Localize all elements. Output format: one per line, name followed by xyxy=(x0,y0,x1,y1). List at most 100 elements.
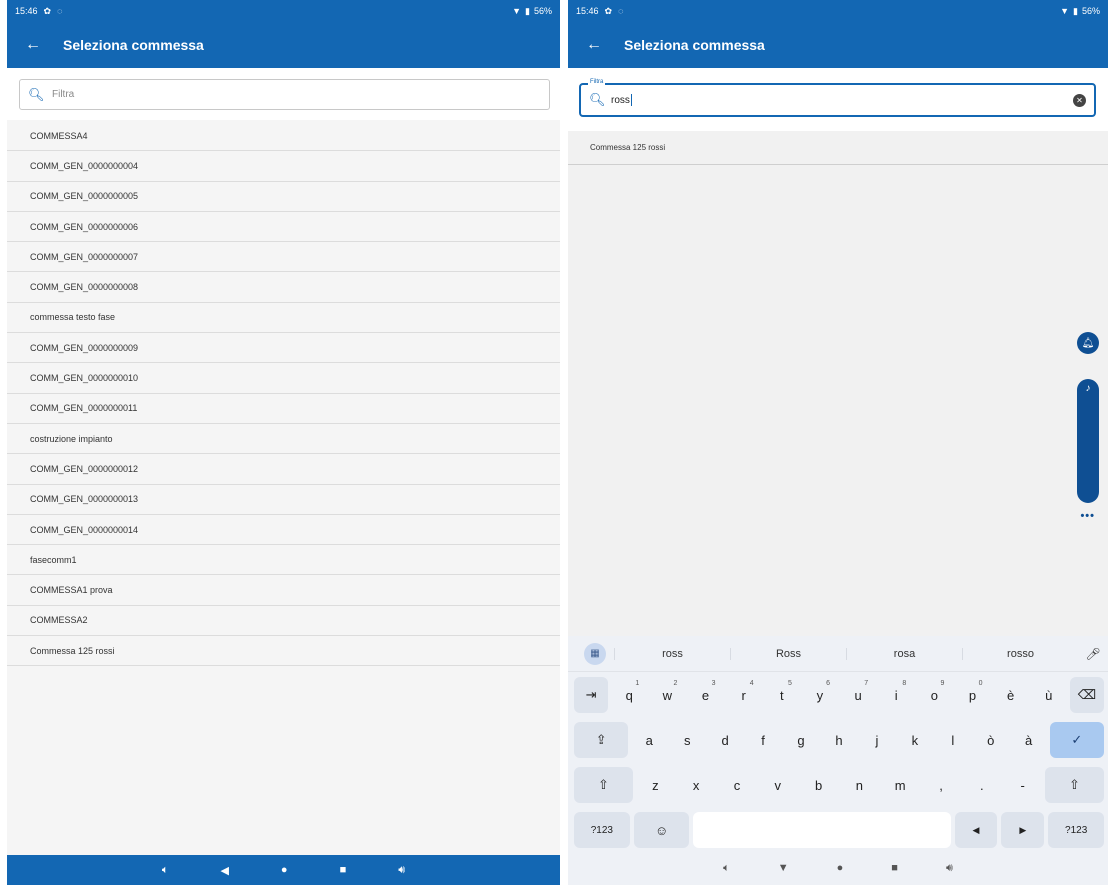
backspace-key[interactable]: ⌫ xyxy=(1069,677,1104,713)
letter-key[interactable]: x xyxy=(678,767,715,803)
recents-nav-icon[interactable]: ■ xyxy=(340,864,347,876)
letter-key[interactable]: j xyxy=(860,722,894,758)
tab-key[interactable]: ⇥ xyxy=(574,677,609,713)
suggestion-word[interactable]: rosso xyxy=(962,647,1078,660)
list-item[interactable]: fasecomm1 xyxy=(7,545,560,576)
space-key[interactable] xyxy=(693,812,951,848)
letter-key[interactable]: l xyxy=(936,722,970,758)
letter-key[interactable]: g xyxy=(784,722,818,758)
list-item[interactable]: COMM_GEN_0000000012 xyxy=(7,454,560,485)
home-nav-icon[interactable]: ● xyxy=(281,864,288,876)
letter-key[interactable]: . xyxy=(963,767,1000,803)
letter-key[interactable]: - xyxy=(1004,767,1041,803)
letter-key[interactable]: ù xyxy=(1032,677,1066,713)
result-item[interactable]: Commessa 125 rossi xyxy=(568,131,1108,165)
shift-key[interactable]: ⇧ xyxy=(574,767,633,803)
suggestion-word[interactable]: rosa xyxy=(846,647,962,660)
recents-nav-icon[interactable]: ■ xyxy=(891,862,898,874)
list-item[interactable]: commessa testo fase xyxy=(7,303,560,334)
back-arrow-icon[interactable]: ← xyxy=(25,36,63,54)
letter-key[interactable]: u7 xyxy=(841,677,875,713)
list-item[interactable]: COMM_GEN_0000000014 xyxy=(7,515,560,546)
letter-key[interactable]: c xyxy=(719,767,756,803)
list-item[interactable]: COMM_GEN_0000000007 xyxy=(7,242,560,273)
emoji-key[interactable]: ☺ xyxy=(633,812,690,848)
clear-icon[interactable]: ✕ xyxy=(1073,93,1086,107)
battery-icon: ▮ xyxy=(1073,5,1078,16)
suggestion-word[interactable]: ross xyxy=(614,647,730,660)
symbols-key-right[interactable]: ?123 xyxy=(1048,812,1105,848)
symbols-key[interactable]: ?123 xyxy=(574,812,630,848)
letter-key[interactable]: q1 xyxy=(612,677,646,713)
settings-icon: ✿ xyxy=(604,5,613,16)
letter-key[interactable]: z xyxy=(637,767,674,803)
letter-key[interactable]: ò xyxy=(974,722,1008,758)
letter-key[interactable]: a xyxy=(632,722,666,758)
letter-key[interactable]: r4 xyxy=(727,677,761,713)
battery-icon: ▮ xyxy=(525,5,530,16)
volume-down-icon[interactable]: 🔈︎ xyxy=(162,864,169,877)
list-item[interactable]: COMM_GEN_0000000005 xyxy=(7,182,560,212)
letter-key[interactable]: v xyxy=(759,767,796,803)
list-item[interactable]: COMMESSA2 xyxy=(7,606,560,637)
list-item[interactable]: Commessa 125 rossi xyxy=(7,636,560,667)
hide-keyboard-icon[interactable]: ▼ xyxy=(778,862,789,874)
apps-grid-icon[interactable]: ▦ xyxy=(584,642,606,665)
back-arrow-icon[interactable]: ← xyxy=(586,36,624,54)
letter-key[interactable]: s xyxy=(670,722,704,758)
letter-key[interactable]: p0 xyxy=(955,677,989,713)
letter-key[interactable]: è xyxy=(994,677,1028,713)
list-item[interactable]: COMM_GEN_0000000011 xyxy=(7,394,560,424)
volume-slider[interactable]: ♪ xyxy=(1077,379,1099,503)
key-letter: ù xyxy=(1045,687,1053,703)
list-item[interactable]: COMMESSA1 prova xyxy=(7,575,560,606)
letter-key[interactable]: b xyxy=(800,767,837,803)
cursor-left-key[interactable]: ◀ xyxy=(954,812,998,848)
shift-key-right[interactable]: ⇧ xyxy=(1045,767,1104,803)
letter-key[interactable]: k xyxy=(898,722,932,758)
search-input[interactable]: 🔍︎ Filtra xyxy=(19,79,550,110)
list-item[interactable]: COMM_GEN_0000000010 xyxy=(7,363,560,394)
letter-key[interactable]: f xyxy=(746,722,780,758)
volume-up-icon[interactable]: 🔊︎ xyxy=(946,862,953,875)
key-row-2: ⇪ a s d f g h j k l ò à ✓ xyxy=(574,722,1104,758)
microphone-icon[interactable]: 🎤︎ xyxy=(1078,647,1108,661)
enter-check-key[interactable]: ✓ xyxy=(1049,722,1104,758)
list-item[interactable]: COMM_GEN_0000000008 xyxy=(7,272,560,303)
letter-key[interactable]: , xyxy=(923,767,960,803)
key-letter: e xyxy=(701,687,710,703)
volume-up-icon[interactable]: 🔊︎ xyxy=(398,864,405,877)
suggestion-word[interactable]: Ross xyxy=(730,647,846,660)
list-item[interactable]: COMM_GEN_0000000004 xyxy=(7,151,560,182)
caps-lock-key[interactable]: ⇪ xyxy=(574,722,629,758)
home-nav-icon[interactable]: ● xyxy=(837,862,844,874)
search-field-label: Filtra xyxy=(588,79,606,85)
letter-key[interactable]: d xyxy=(708,722,742,758)
letter-key[interactable]: m xyxy=(882,767,919,803)
letter-key[interactable]: y6 xyxy=(803,677,837,713)
letter-key[interactable]: h xyxy=(822,722,856,758)
list-item[interactable]: COMM_GEN_0000000006 xyxy=(7,212,560,243)
volume-down-icon[interactable]: 🔈︎ xyxy=(723,862,730,875)
list-item[interactable]: COMM_GEN_0000000009 xyxy=(7,333,560,364)
app-bar: ← Seleziona commessa xyxy=(568,22,1108,68)
letter-key[interactable]: w2 xyxy=(650,677,684,713)
letter-key[interactable]: à xyxy=(1012,722,1046,758)
letter-key[interactable]: o9 xyxy=(917,677,951,713)
search-area: Filtra 🔍︎ ross ✕ xyxy=(568,68,1108,131)
letter-key[interactable]: e3 xyxy=(688,677,722,713)
letter-key[interactable]: t5 xyxy=(765,677,799,713)
letter-key[interactable]: n xyxy=(841,767,878,803)
search-placeholder: Filtra xyxy=(52,89,75,100)
key-letter: w xyxy=(662,687,673,703)
list-item[interactable]: costruzione impianto xyxy=(7,424,560,455)
letter-key[interactable]: i8 xyxy=(879,677,913,713)
search-input[interactable]: Filtra 🔍︎ ross ✕ xyxy=(579,79,1096,117)
back-nav-icon[interactable]: ◀ xyxy=(220,864,228,877)
list-item[interactable]: COMM_GEN_0000000013 xyxy=(7,485,560,515)
more-options-icon[interactable]: ••• xyxy=(1080,510,1095,522)
key-letter: t xyxy=(779,687,784,703)
cursor-right-key[interactable]: ▶ xyxy=(1001,812,1045,848)
list-item[interactable]: COMMESSA4 xyxy=(7,121,560,152)
bell-icon[interactable]: 🔔︎ xyxy=(1077,332,1099,354)
